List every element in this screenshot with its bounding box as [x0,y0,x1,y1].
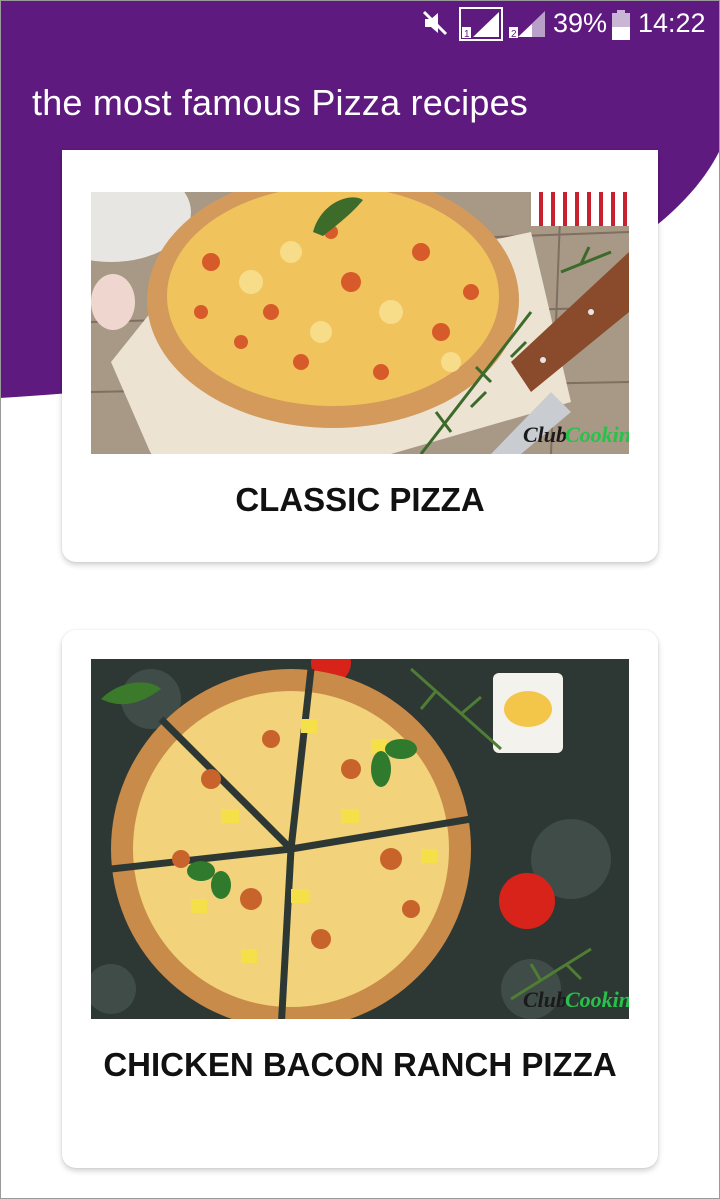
sim2-signal-icon: 2 [508,9,548,46]
clock: 14:22 [638,8,706,38]
sim1-signal-icon: 1 [459,7,503,48]
watermark-club: Club [523,422,567,447]
svg-text:1: 1 [464,29,470,40]
recipe-title: CHICKEN BACON RANCH PIZZA [103,1046,617,1083]
recipe-card-classic-pizza[interactable]: Club Cooking CLASSIC PIZZA [62,150,658,562]
classic-pizza-image: Club Cooking [91,192,629,454]
svg-text:2: 2 [511,29,517,39]
status-bar: 1 2 39% 14:22 [0,0,720,52]
page-title: the most famous Pizza recipes [32,82,529,123]
watermark-club: Club [523,987,567,1012]
mute-icon [420,8,450,45]
watermark-cooking: Cooking [565,987,629,1012]
battery-icon [612,10,630,47]
battery-percent: 39% [553,8,608,38]
watermark-cooking: Cooking [565,422,629,447]
recipe-card-chicken-bacon-ranch-pizza[interactable]: Club Cooking CHICKEN BACON RANCH PIZZA [62,630,658,1168]
recipe-title: CLASSIC PIZZA [235,481,485,518]
chicken-bacon-ranch-pizza-image: Club Cooking [91,659,629,1019]
